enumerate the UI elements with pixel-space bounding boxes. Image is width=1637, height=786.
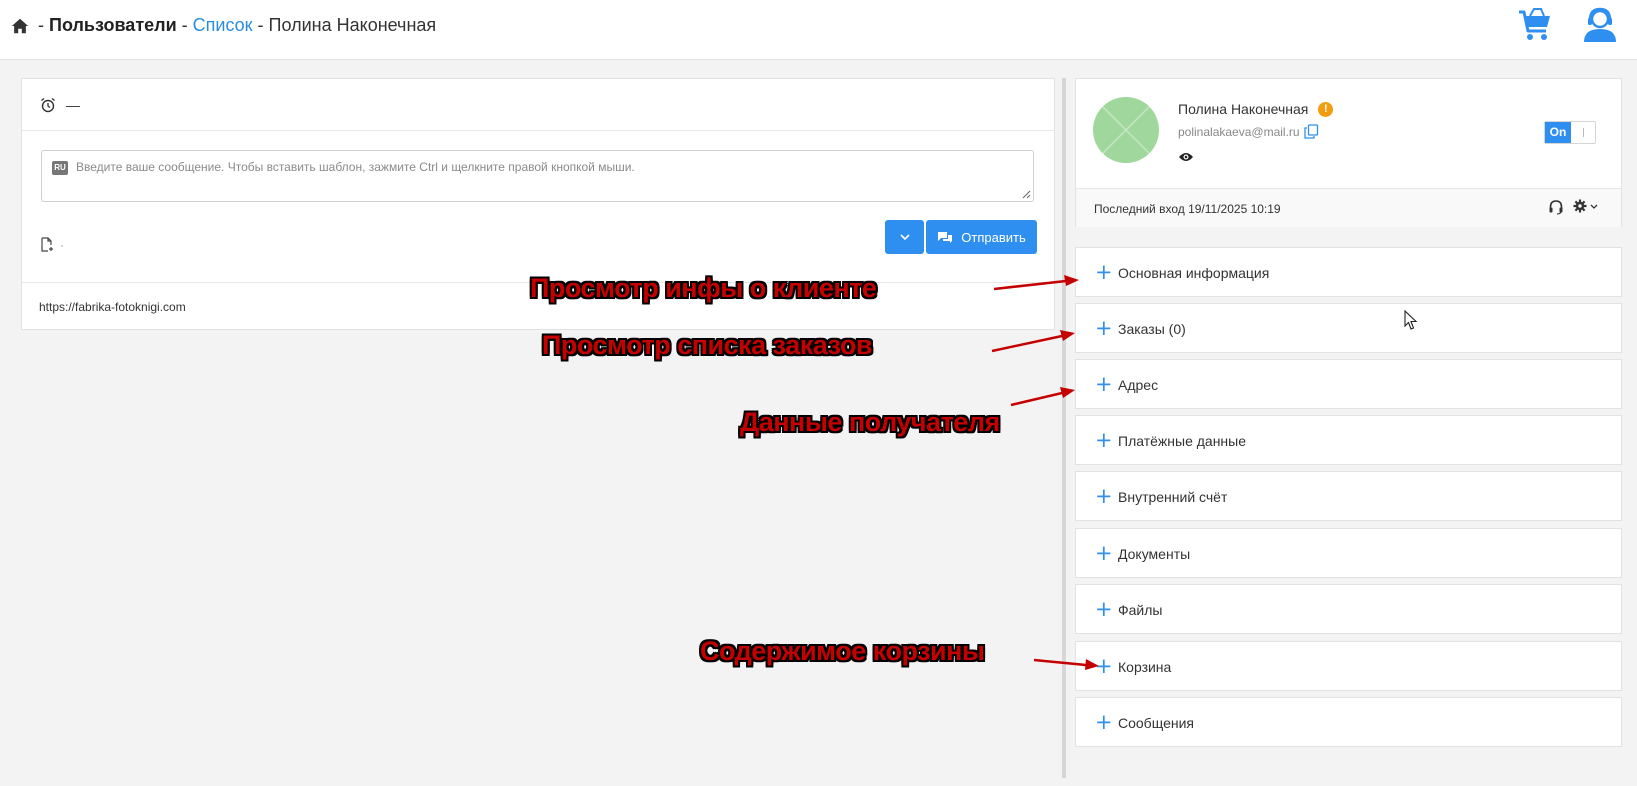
section-label: Внутренний счёт: [1118, 489, 1228, 505]
section-label: Файлы: [1118, 602, 1163, 618]
copy-icon[interactable]: [1303, 124, 1319, 139]
attach-file[interactable]: ·: [40, 237, 64, 252]
plus-icon: +: [1095, 260, 1113, 284]
toggle-on-label: On: [1545, 122, 1571, 143]
alarm-clock-icon[interactable]: [40, 97, 56, 113]
panel-splitter[interactable]: [1062, 78, 1066, 778]
annotation-recipient-data: Данные получателя: [740, 407, 1000, 437]
breadcrumb-current: Полина Наконечная: [268, 15, 437, 35]
chat-bubbles-icon: [938, 231, 953, 243]
annotation-orders-list: Просмотр списка заказов: [542, 330, 872, 360]
top-bar: - Пользователи - Список - Полина Наконеч…: [0, 0, 1637, 60]
home-icon[interactable]: [11, 17, 29, 35]
last-login-label: Последний вход: [1094, 202, 1185, 216]
settings-menu[interactable]: [1573, 199, 1598, 213]
headset-icon[interactable]: [1548, 199, 1564, 215]
send-button[interactable]: Отправить: [926, 220, 1037, 254]
avatar-placeholder-icon: [1093, 97, 1159, 163]
section-documents[interactable]: + Документы: [1075, 528, 1622, 578]
gear-icon: [1573, 199, 1587, 213]
plus-icon: +: [1095, 597, 1113, 621]
section-label: Заказы (0): [1118, 321, 1186, 337]
plus-icon: +: [1095, 316, 1113, 340]
plus-icon: +: [1095, 428, 1113, 452]
profile-card: Полина Наконечная ! polinalakaeva@mail.r…: [1075, 78, 1622, 227]
plus-icon: +: [1095, 710, 1113, 734]
breadcrumb-users[interactable]: Пользователи: [49, 15, 177, 36]
section-basic-info[interactable]: + Основная информация: [1075, 247, 1622, 297]
section-label: Основная информация: [1118, 265, 1270, 281]
breadcrumb-separator: -: [257, 15, 264, 35]
profile-name-text: Полина Наконечная: [1178, 101, 1309, 117]
section-internal-account[interactable]: + Внутренний счёт: [1075, 471, 1622, 521]
plus-icon: +: [1095, 372, 1113, 396]
attach-hint: ·: [60, 237, 64, 252]
site-url: https://fabrika-fotoknigi.com: [39, 300, 186, 314]
mouse-cursor-icon: [1404, 310, 1418, 330]
section-payment-data[interactable]: + Платёжные данные: [1075, 415, 1622, 465]
chevron-down-icon: [1590, 204, 1598, 209]
last-login: Последний вход 19/11/2025 10:19: [1094, 202, 1281, 216]
avatar: [1093, 97, 1159, 163]
section-address[interactable]: + Адрес: [1075, 359, 1622, 409]
user-support-icon[interactable]: [1582, 7, 1618, 43]
breadcrumb-separator: -: [38, 15, 44, 35]
send-options-button[interactable]: [885, 220, 924, 254]
section-label: Документы: [1118, 546, 1191, 562]
profile-name: Полина Наконечная !: [1178, 101, 1334, 117]
send-button-label: Отправить: [961, 229, 1026, 245]
breadcrumb: - Пользователи - Список - Полина Наконеч…: [11, 15, 436, 36]
section-label: Платёжные данные: [1118, 433, 1247, 449]
section-cart[interactable]: + Корзина: [1075, 641, 1622, 691]
resize-grip-icon[interactable]: [1021, 189, 1031, 199]
chevron-down-icon: [899, 234, 910, 240]
message-placeholder: Введите ваше сообщение. Чтобы вставить ш…: [76, 160, 635, 174]
eye-icon[interactable]: [1178, 151, 1194, 163]
section-label: Сообщения: [1118, 715, 1194, 731]
attach-file-icon[interactable]: [40, 237, 54, 252]
profile-email-text: polinalakaeva@mail.ru: [1178, 124, 1300, 139]
profile-email: polinalakaeva@mail.ru: [1178, 124, 1319, 139]
section-label: Корзина: [1118, 659, 1172, 675]
warning-icon[interactable]: !: [1318, 101, 1334, 117]
chat-panel-header: —: [22, 79, 1054, 131]
section-files[interactable]: + Файлы: [1075, 584, 1622, 634]
plus-icon: +: [1095, 541, 1113, 565]
reminder-value: —: [66, 96, 80, 113]
annotation-client-info: Просмотр инфы о клиенте: [530, 273, 877, 303]
message-input[interactable]: RU Введите ваше сообщение. Чтобы вставит…: [41, 150, 1034, 202]
annotation-cart-contents: Содержимое корзины: [700, 636, 985, 666]
breadcrumb-list-link[interactable]: Список: [193, 15, 253, 36]
language-badge[interactable]: RU: [52, 161, 68, 175]
breadcrumb-separator: -: [181, 15, 188, 35]
last-login-value: 19/11/2025 10:19: [1188, 202, 1281, 216]
plus-icon: +: [1095, 654, 1113, 678]
profile-footer: Последний вход 19/11/2025 10:19: [1076, 188, 1621, 227]
section-orders[interactable]: + Заказы (0): [1075, 303, 1622, 353]
plus-icon: +: [1095, 484, 1113, 508]
status-toggle[interactable]: On: [1544, 121, 1596, 144]
toggle-off-side: [1571, 122, 1595, 143]
cart-icon[interactable]: [1518, 7, 1552, 43]
section-messages[interactable]: + Сообщения: [1075, 697, 1622, 747]
section-label: Адрес: [1118, 377, 1159, 393]
